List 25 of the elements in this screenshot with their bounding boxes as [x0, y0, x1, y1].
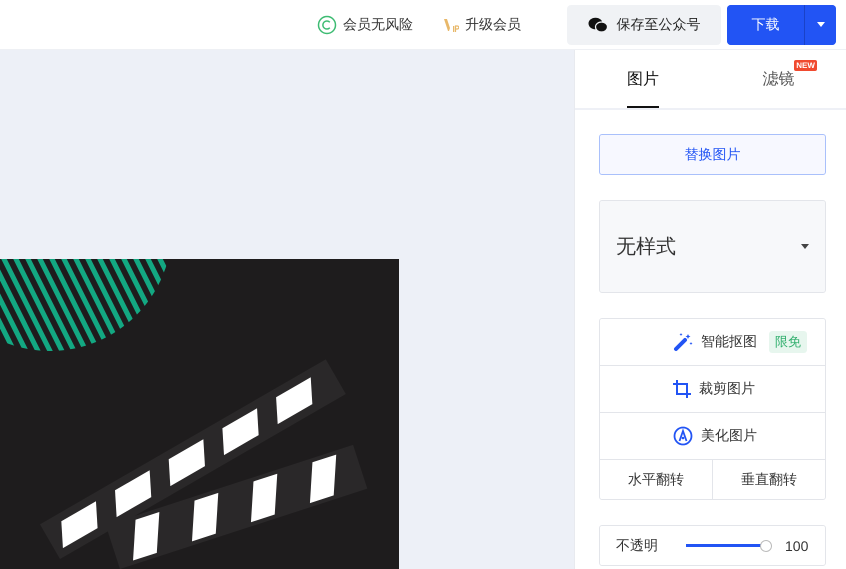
copyright-icon — [317, 14, 337, 34]
replace-image-button[interactable]: 替换图片 — [599, 134, 826, 175]
tool-button[interactable]: 智能抠图 限免 — [600, 319, 825, 366]
opacity-label: 不透明 — [616, 536, 658, 554]
download-menu-button[interactable] — [804, 4, 836, 44]
panel-tab[interactable]: 滤镜 NEW — [710, 50, 846, 108]
caret-icon — [816, 22, 824, 27]
flip-button[interactable]: 垂直翻转 — [712, 460, 825, 499]
style-dropdown[interactable]: 无样式 — [599, 200, 826, 293]
panel-tab[interactable]: 图片 — [575, 50, 710, 108]
vip-icon — [443, 16, 459, 32]
tool-button[interactable]: 裁剪图片 — [600, 366, 825, 413]
opacity-value: 100 — [785, 538, 808, 554]
save-to-wechat-button[interactable]: 保存至公众号 — [567, 4, 721, 44]
magic-wand-icon — [673, 332, 693, 352]
flip-button[interactable]: 水平翻转 — [600, 460, 712, 499]
caret-icon — [801, 244, 809, 249]
header-link[interactable]: 升级会员 — [443, 16, 521, 34]
wechat-icon — [588, 16, 608, 32]
free-tag: 限免 — [769, 331, 807, 353]
pen-nib-icon — [673, 426, 693, 446]
new-badge: NEW — [794, 60, 817, 71]
header-link[interactable]: 会员无风险 — [317, 14, 413, 34]
tool-button[interactable]: 美化图片 — [600, 413, 825, 460]
crop-icon — [673, 380, 691, 398]
